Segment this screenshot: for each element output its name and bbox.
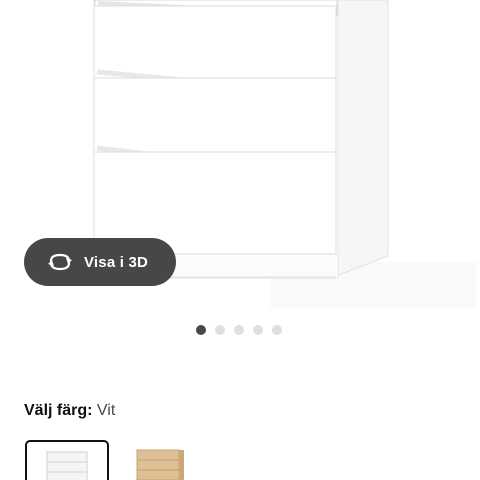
selected-color-value: Vit (96, 402, 116, 419)
white-dresser-thumbnail (46, 451, 88, 480)
carousel-dot[interactable] (253, 325, 263, 335)
carousel-dot[interactable] (272, 325, 282, 335)
rotate-3d-icon (46, 252, 74, 272)
carousel-dot[interactable] (234, 325, 244, 335)
color-selector-label: Välj färg: (24, 402, 93, 419)
color-swatch-white[interactable] (25, 440, 109, 480)
color-selector-heading: Välj färg: Vit (24, 402, 115, 420)
view-in-3d-button[interactable]: Visa i 3D (24, 238, 176, 286)
birch-dresser-thumbnail (136, 449, 184, 480)
carousel-dot[interactable] (215, 325, 225, 335)
view-in-3d-label: Visa i 3D (84, 253, 149, 271)
carousel-dot[interactable] (196, 325, 206, 335)
image-carousel-dots (196, 325, 282, 335)
color-swatch-birch[interactable] (116, 440, 200, 480)
